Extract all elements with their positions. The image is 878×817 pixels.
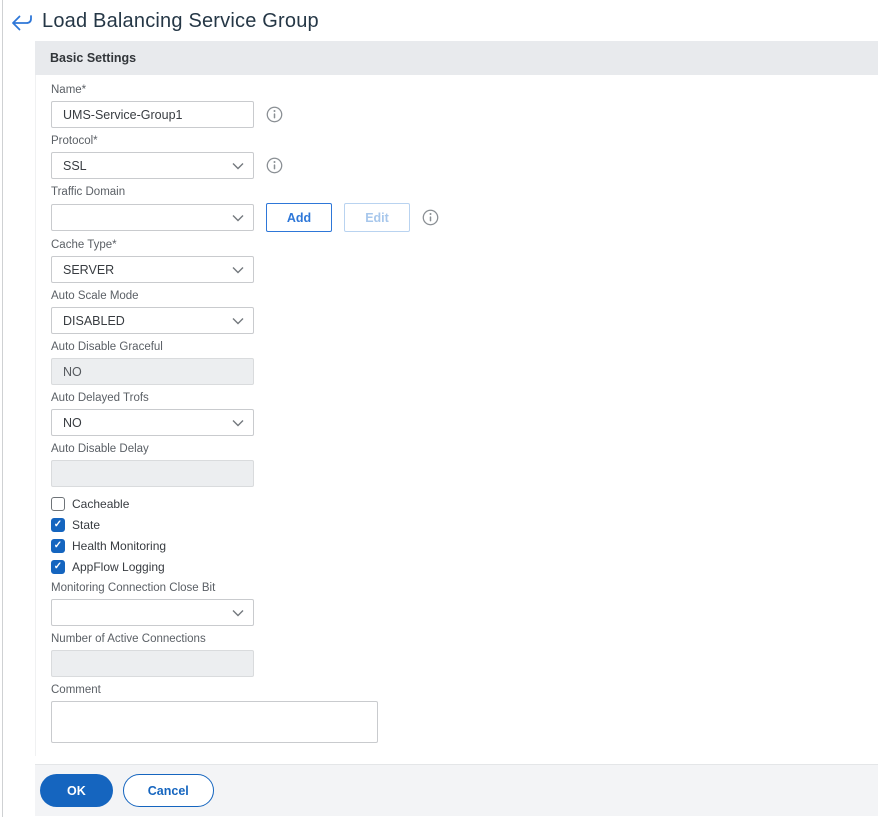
checkbox-health-monitoring[interactable]: ✓ Health Monitoring [51, 539, 878, 553]
checkbox-cacheable[interactable]: ✓ Cacheable [51, 497, 878, 511]
edit-button[interactable]: Edit [344, 203, 410, 232]
cache-type-select[interactable]: SERVER [51, 256, 254, 283]
info-icon[interactable] [266, 106, 283, 123]
field-auto-scale-mode: Auto Scale Mode DISABLED [51, 289, 878, 334]
field-number-of-active-connections: Number of Active Connections [51, 632, 878, 677]
auto-scale-mode-select[interactable]: DISABLED [51, 307, 254, 334]
field-auto-delayed-trofs: Auto Delayed Trofs NO [51, 391, 878, 436]
traffic-domain-label: Traffic Domain [51, 186, 126, 198]
checkbox-appflow-logging[interactable]: ✓ AppFlow Logging [51, 560, 878, 574]
auto-disable-delay-input [51, 460, 254, 487]
chevron-down-icon [232, 162, 244, 170]
field-name: Name* [51, 83, 878, 128]
cache-type-select-value: SERVER [63, 262, 115, 277]
basic-settings-panel: Basic Settings Name* Protocol* SSL [35, 41, 878, 816]
auto-scale-mode-select-value: DISABLED [63, 313, 125, 328]
checkbox-state[interactable]: ✓ State [51, 518, 878, 532]
page-title: Load Balancing Service Group [42, 10, 319, 32]
chevron-down-icon [232, 214, 244, 222]
name-label: Name* [51, 84, 87, 96]
checkbox-icon[interactable]: ✓ [51, 560, 65, 574]
checkbox-label: Cacheable [72, 497, 130, 511]
check-mark-icon: ✓ [53, 561, 63, 572]
cancel-button[interactable]: Cancel [122, 774, 214, 807]
add-button[interactable]: Add [266, 203, 332, 232]
check-mark-icon: ✓ [53, 540, 63, 551]
back-button[interactable] [10, 13, 33, 31]
checkbox-label: State [72, 518, 101, 532]
protocol-select[interactable]: SSL [51, 152, 254, 179]
chevron-down-icon [232, 419, 244, 427]
back-arrow-icon [12, 14, 32, 30]
auto-disable-delay-label: Auto Disable Delay [51, 443, 149, 455]
checkbox-icon[interactable]: ✓ [51, 539, 65, 553]
section-header: Basic Settings [35, 41, 878, 75]
check-mark-icon: ✓ [53, 519, 63, 530]
name-input[interactable] [51, 101, 254, 128]
number-of-active-connections-input [51, 650, 254, 677]
info-icon[interactable] [422, 209, 439, 226]
panel-footer: OK Cancel [35, 764, 878, 816]
field-cache-type: Cache Type* SERVER [51, 238, 878, 283]
comment-label: Comment [51, 684, 101, 696]
chevron-down-icon [232, 266, 244, 274]
checkbox-group: ✓ Cacheable ✓ State ✓ Health Monitoring … [51, 497, 878, 574]
checkbox-label: AppFlow Logging [72, 560, 165, 574]
comment-textarea[interactable] [51, 701, 378, 743]
auto-delayed-trofs-select-value: NO [63, 415, 82, 430]
auto-scale-mode-label: Auto Scale Mode [51, 290, 139, 302]
window-left-border [2, 0, 3, 817]
protocol-label: Protocol* [51, 135, 98, 147]
auto-disable-graceful-input [51, 358, 254, 385]
traffic-domain-select[interactable] [51, 204, 254, 231]
number-of-active-connections-label: Number of Active Connections [51, 633, 206, 645]
auto-delayed-trofs-label: Auto Delayed Trofs [51, 392, 149, 404]
field-auto-disable-delay: Auto Disable Delay [51, 442, 878, 487]
auto-disable-graceful-label: Auto Disable Graceful [51, 341, 163, 353]
checkbox-icon[interactable]: ✓ [51, 497, 65, 511]
monitoring-connection-close-bit-label: Monitoring Connection Close Bit [51, 582, 216, 594]
ok-button[interactable]: OK [40, 774, 113, 807]
field-comment: Comment [51, 683, 878, 748]
section-title: Basic Settings [50, 51, 137, 65]
monitoring-connection-close-bit-select[interactable] [51, 599, 254, 626]
chevron-down-icon [232, 609, 244, 617]
info-icon[interactable] [266, 157, 283, 174]
page-header: Load Balancing Service Group [0, 0, 878, 32]
checkbox-label: Health Monitoring [72, 539, 167, 553]
field-protocol: Protocol* SSL [51, 134, 878, 179]
field-monitoring-connection-close-bit: Monitoring Connection Close Bit [51, 581, 878, 626]
protocol-select-value: SSL [63, 158, 87, 173]
checkbox-icon[interactable]: ✓ [51, 518, 65, 532]
chevron-down-icon [232, 317, 244, 325]
field-traffic-domain: Traffic Domain Add Edit [51, 185, 878, 232]
cache-type-label: Cache Type* [51, 239, 117, 251]
field-auto-disable-graceful: Auto Disable Graceful [51, 340, 878, 385]
auto-delayed-trofs-select[interactable]: NO [51, 409, 254, 436]
panel-body: Name* Protocol* SSL [35, 75, 878, 756]
